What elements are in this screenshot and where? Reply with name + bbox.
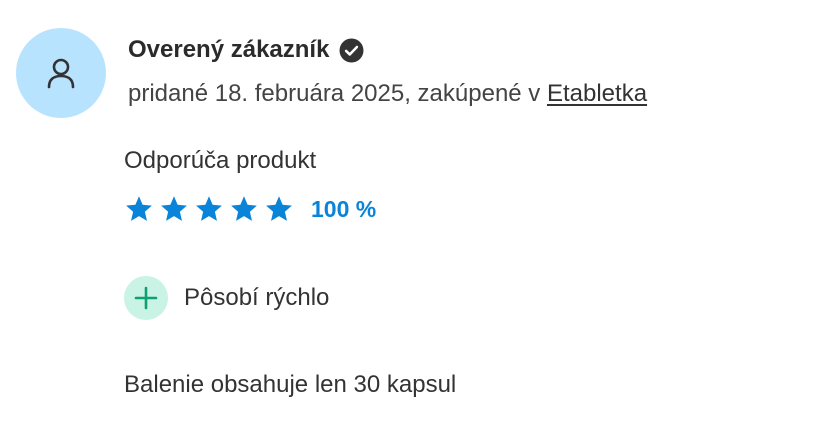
- check-circle-icon: [339, 38, 364, 62]
- pro-item: Pôsobí rýchlo: [124, 276, 329, 320]
- shop-link[interactable]: Etabletka: [547, 80, 647, 107]
- rating-row: 100 %: [124, 191, 376, 227]
- plus-icon: [134, 286, 158, 310]
- pro-badge: [124, 276, 168, 320]
- review-meta: pridané 18. februára 2025, zakúpené v Et…: [128, 80, 647, 108]
- review-card: Overený zákazník pridané 18. februára 20…: [0, 0, 829, 424]
- star-icon: [161, 196, 187, 221]
- star-rating: [124, 194, 294, 224]
- review-text: Balenie obsahuje len 30 kapsul: [124, 371, 457, 398]
- star-icon: [196, 196, 222, 221]
- author-row: Overený zákazník: [128, 33, 364, 67]
- star-icon: [126, 196, 152, 221]
- user-icon: [47, 58, 75, 89]
- rating-percent: 100 %: [311, 195, 377, 222]
- star-icon: [231, 196, 257, 221]
- review-date-text: pridané 18. februára 2025, zakúpené v: [128, 80, 547, 107]
- avatar: [16, 28, 106, 118]
- author-name: Overený zákazník: [128, 36, 330, 63]
- recommend-label: Odporúča produkt: [124, 147, 317, 174]
- pro-text: Pôsobí rýchlo: [184, 284, 330, 311]
- star-icon: [266, 196, 292, 221]
